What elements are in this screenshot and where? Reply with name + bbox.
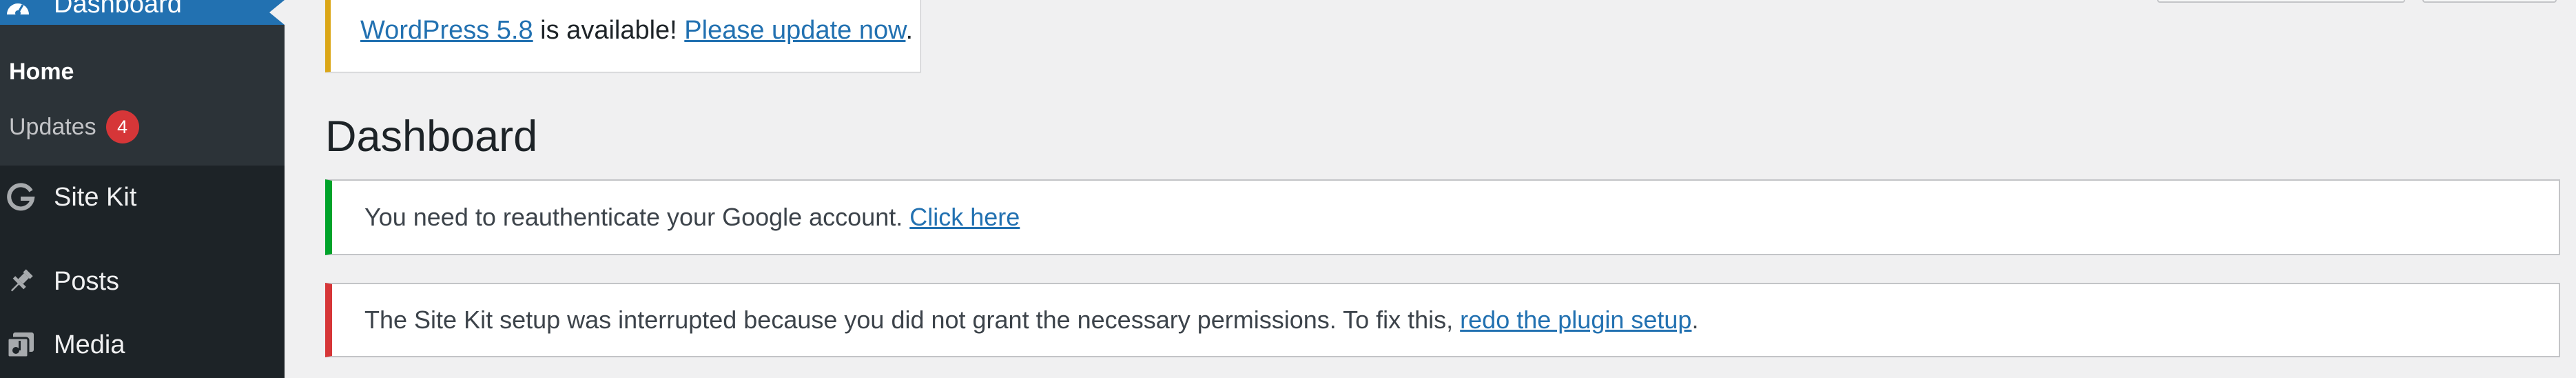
update-count-badge: 4 [105,110,139,143]
pushpin-icon [3,263,39,299]
reauth-notice-text: You need to reauthenticate your Google a… [364,203,910,231]
page-title: Dashboard [325,112,538,161]
admin-sidebar: Dashboard Home Updates 4 Site Kit Posts … [0,0,285,378]
submenu-item-updates[interactable]: Updates 4 [9,110,139,143]
current-menu-arrow [269,0,285,25]
update-nag-text: is available! [533,16,685,45]
dashboard-submenu: Home Updates 4 [0,25,285,166]
update-nag-end: . [905,16,914,45]
sidebar-item-dashboard[interactable]: Dashboard [0,0,285,25]
screen-options-button[interactable] [2157,0,2405,3]
google-g-icon [3,179,39,215]
dashboard-icon [3,0,33,17]
setup-interrupted-end: . [1691,306,1699,334]
media-icon [3,327,39,363]
sidebar-item-label: Posts [54,266,120,296]
wordpress-version-link[interactable]: WordPress 5.8 [360,16,533,45]
sidebar-item-label: Media [54,330,125,359]
setup-interrupted-notice: The Site Kit setup was interrupted becau… [325,283,2560,357]
submenu-item-label: Updates [9,114,96,140]
submenu-item-home[interactable]: Home [9,58,74,86]
sidebar-item-media[interactable]: Media [0,318,285,372]
update-now-link[interactable]: Please update now [684,16,905,45]
redo-plugin-setup-link[interactable]: redo the plugin setup [1460,306,1691,335]
click-here-link[interactable]: Click here [909,203,1020,232]
sidebar-item-posts[interactable]: Posts [0,255,285,308]
sidebar-item-label: Site Kit [54,182,137,212]
reauth-notice: You need to reauthenticate your Google a… [325,179,2560,255]
submenu-item-label: Home [9,59,74,85]
help-button[interactable] [2422,0,2557,3]
update-nag-notice: WordPress 5.8 is available! Please updat… [325,0,921,72]
sidebar-item-site-kit[interactable]: Site Kit [0,170,285,224]
setup-interrupted-text: The Site Kit setup was interrupted becau… [364,306,1461,334]
sidebar-item-label: Dashboard [54,0,182,19]
